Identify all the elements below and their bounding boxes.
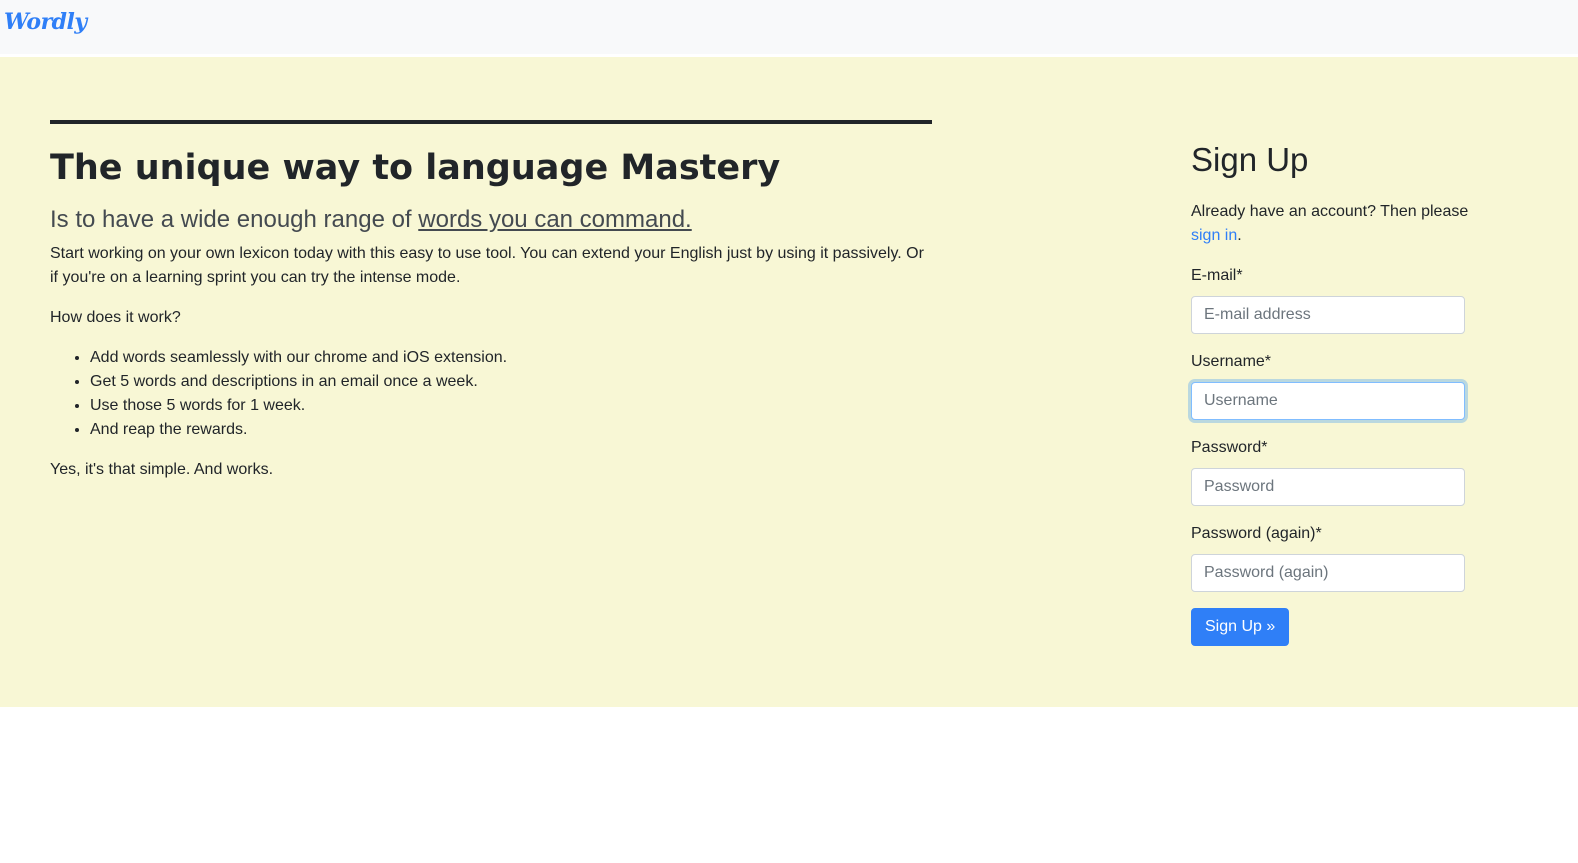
password-again-field[interactable] — [1191, 554, 1465, 592]
how-title: How does it work? — [50, 309, 181, 326]
steps-list: Add words seamlessly with our chrome and… — [50, 346, 932, 442]
account-prefix: Already have an account? Then please — [1191, 203, 1469, 220]
lead-link[interactable]: words you can command. — [418, 206, 691, 233]
navbar: Wordly — [0, 0, 1578, 54]
password-label: Password* — [1191, 439, 1268, 456]
signup-form: Sign Up Already have an account? Then pl… — [1191, 140, 1491, 646]
signup-button[interactable]: Sign Up » — [1191, 608, 1290, 646]
divider — [50, 120, 932, 124]
password-again-label: Password (again)* — [1191, 525, 1322, 542]
list-item: And reap the rewards. — [90, 418, 932, 442]
account-text: Already have an account? Then please sig… — [1191, 200, 1481, 248]
intro-column: The unique way to language Mastery Is to… — [50, 120, 932, 482]
brand-logo[interactable]: Wordly — [4, 9, 87, 35]
username-field[interactable] — [1191, 382, 1465, 420]
username-label: Username* — [1191, 353, 1272, 370]
password-field[interactable] — [1191, 468, 1465, 506]
page-headline: The unique way to language Mastery — [50, 148, 781, 188]
closing-text: Yes, it's that simple. And works. — [50, 461, 274, 478]
lead-text: Is to have a wide enough range of words … — [50, 204, 932, 236]
lead-prefix: Is to have a wide enough range of — [50, 206, 419, 233]
list-item: Use those 5 words for 1 week. — [90, 394, 932, 418]
list-item: Add words seamlessly with our chrome and… — [90, 346, 932, 370]
account-suffix: . — [1237, 227, 1242, 244]
email-field[interactable] — [1191, 296, 1465, 334]
signin-link[interactable]: sign in — [1191, 227, 1237, 244]
hero-section: The unique way to language Mastery Is to… — [0, 57, 1578, 707]
email-label: E-mail* — [1191, 267, 1243, 284]
list-item: Get 5 words and descriptions in an email… — [90, 370, 932, 394]
intro-paragraph: Start working on your own lexicon today … — [50, 245, 924, 286]
signup-title: Sign Up — [1191, 141, 1309, 178]
